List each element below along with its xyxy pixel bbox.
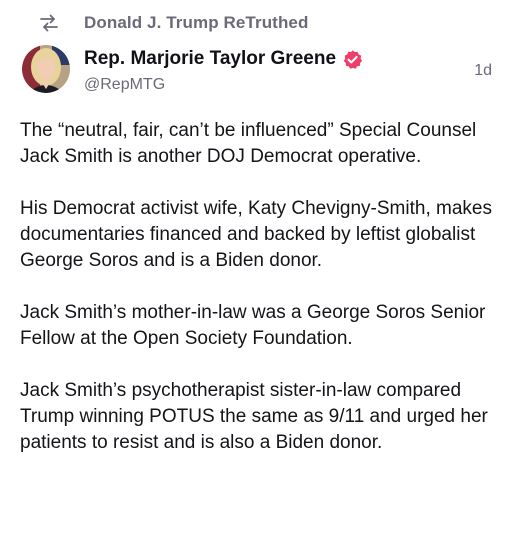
display-name-row: Rep. Marjorie Taylor Greene xyxy=(84,48,363,70)
post-header: Rep. Marjorie Taylor Greene @RepMTG 1d xyxy=(22,45,492,101)
post-paragraph: Jack Smith’s psychotherapist sister-in-l… xyxy=(20,380,488,453)
avatar[interactable] xyxy=(22,45,70,93)
user-handle[interactable]: @RepMTG xyxy=(84,76,165,94)
post-paragraph: The “neutral, fair, can’t be influenced”… xyxy=(20,120,477,167)
display-name[interactable]: Rep. Marjorie Taylor Greene xyxy=(84,48,336,70)
retruth-icon xyxy=(38,12,60,34)
post-paragraph: His Democrat activist wife, Katy Chevign… xyxy=(20,198,492,271)
post-paragraph: Jack Smith’s mother-in-law was a George … xyxy=(20,302,486,349)
post-timestamp[interactable]: 1d xyxy=(474,62,492,80)
retruth-label[interactable]: Donald J. Trump ReTruthed xyxy=(84,13,308,33)
post-body: The “neutral, fair, can’t be influenced”… xyxy=(20,118,498,482)
verified-badge-icon xyxy=(342,49,363,70)
retruth-indicator[interactable]: Donald J. Trump ReTruthed xyxy=(38,10,308,36)
